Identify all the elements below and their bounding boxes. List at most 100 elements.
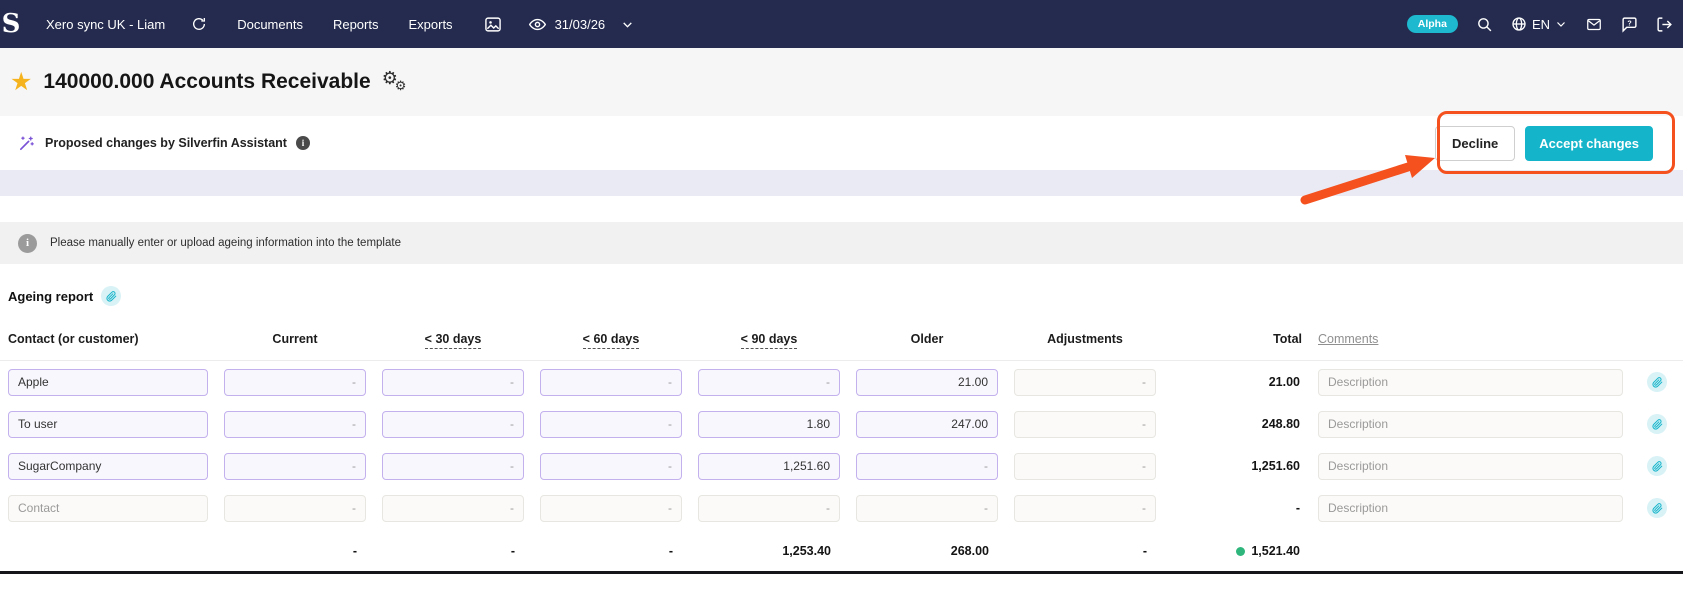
total-90-days: 1,253.40 [782,544,831,558]
alpha-badge[interactable]: Alpha [1406,15,1458,33]
period-selector[interactable]: 31/03/26 [528,16,606,33]
settings-gears-icon[interactable]: ⚙ ⚙ [382,68,414,95]
info-banner: i Please manually enter or upload ageing… [0,222,1683,264]
60-days-input[interactable] [540,452,682,480]
svg-text:?: ? [1627,19,1631,27]
silverfin-logo[interactable]: S [0,0,30,48]
header-30-days: < 30 days [382,332,524,349]
header-90-days: < 90 days [698,332,840,349]
adjustments-input[interactable] [1014,410,1156,438]
90-days-input[interactable] [698,368,840,396]
top-navbar: S Xero sync UK - Liam Documents Reports … [0,0,1683,48]
chevron-down-icon[interactable] [621,18,634,31]
total-older: 268.00 [950,544,989,558]
header-60-days: < 60 days [540,332,682,349]
current-input[interactable] [224,452,366,480]
table-row: - [0,487,1683,529]
section-title: Ageing report [8,288,94,304]
logout-icon[interactable] [1656,16,1673,33]
header-older: Older [910,332,944,346]
30-days-input[interactable] [382,494,524,522]
row-total: 1,251.60 [1251,459,1300,473]
page-title: 140000.000 Accounts Receivable [43,70,371,93]
search-icon[interactable] [1476,16,1493,33]
accept-changes-button[interactable]: Accept changes [1525,125,1653,161]
company-selector[interactable]: Xero sync UK - Liam [46,17,165,32]
table-bottom-rule [0,571,1683,574]
adjustments-input[interactable] [1014,494,1156,522]
paperclip-icon[interactable] [1647,456,1667,476]
language-selector[interactable]: EN [1511,16,1567,32]
90-days-input[interactable] [698,494,840,522]
60-days-input[interactable] [540,368,682,396]
current-input[interactable] [224,494,366,522]
comment-input[interactable] [1318,494,1623,522]
paperclip-icon[interactable] [1647,414,1667,434]
grand-total: 1,521.40 [1172,544,1302,558]
total-adjustments: - [1142,544,1147,558]
totals-row: - - - 1,253.40 268.00 - 1,521.40 [0,535,1683,567]
contact-name-input[interactable] [8,368,208,396]
sync-icon[interactable] [191,16,207,32]
header-total: Total [1273,332,1302,346]
table-row: 21.00 [0,361,1683,403]
proposed-changes-strip [0,170,1683,196]
row-total: 248.80 [1261,417,1300,431]
decline-button[interactable]: Decline [1435,125,1516,161]
menu-reports[interactable]: Reports [333,17,379,32]
menu-documents[interactable]: Documents [237,17,303,32]
60-days-input[interactable] [540,410,682,438]
header-contact: Contact (or customer) [8,332,139,346]
header-comments: Comments [1318,332,1379,346]
table-row: 1,251.60 [0,445,1683,487]
adjustments-input[interactable] [1014,368,1156,396]
contact-name-input[interactable] [8,410,208,438]
help-icon[interactable]: ? [1621,16,1638,33]
older-input[interactable] [856,410,998,438]
paperclip-icon[interactable] [1647,372,1667,392]
globe-icon [1511,16,1527,32]
total-30-days: - [510,544,515,558]
section-header: Ageing report [8,286,1683,306]
30-days-input[interactable] [382,410,524,438]
total-60-days: - [668,544,673,558]
assistant-label: Proposed changes by Silverfin Assistant [45,136,287,150]
comment-input[interactable] [1318,410,1623,438]
60-days-input[interactable] [540,494,682,522]
current-input[interactable] [224,368,366,396]
90-days-input[interactable] [698,410,840,438]
30-days-input[interactable] [382,368,524,396]
contact-name-input[interactable] [8,452,208,480]
90-days-input[interactable] [698,452,840,480]
status-dot [1236,546,1246,556]
header-adjustments: Adjustments [1047,332,1123,346]
paperclip-icon[interactable] [101,286,122,306]
mail-icon[interactable] [1585,17,1603,32]
paperclip-icon[interactable] [1647,498,1667,518]
table-header-row: Contact (or customer) Current < 30 days … [0,332,1683,361]
older-input[interactable] [856,368,998,396]
older-input[interactable] [856,494,998,522]
image-icon[interactable] [483,16,503,33]
current-input[interactable] [224,410,366,438]
menu-exports[interactable]: Exports [408,17,452,32]
favorite-star-icon[interactable]: ★ [10,67,32,97]
table-row: 248.80 [0,403,1683,445]
assistant-proposed-changes-bar: Proposed changes by Silverfin Assistant … [0,116,1683,170]
eye-icon [528,16,546,33]
comment-input[interactable] [1318,452,1623,480]
main-menu: Documents Reports Exports [237,17,452,32]
contact-name-input[interactable] [8,494,208,522]
row-total: 21.00 [1268,375,1300,389]
30-days-input[interactable] [382,452,524,480]
info-icon[interactable]: i [295,136,310,150]
older-input[interactable] [856,452,998,480]
magic-wand-icon [18,135,35,152]
comment-input[interactable] [1318,368,1623,396]
navbar-right: Alpha EN ? [1406,15,1673,33]
total-current: - [352,544,357,558]
period-date: 31/03/26 [554,16,606,32]
banner-text: Please manually enter or upload ageing i… [50,237,401,249]
adjustments-input[interactable] [1014,452,1156,480]
page-header: ★ 140000.000 Accounts Receivable ⚙ ⚙ [0,48,1683,116]
